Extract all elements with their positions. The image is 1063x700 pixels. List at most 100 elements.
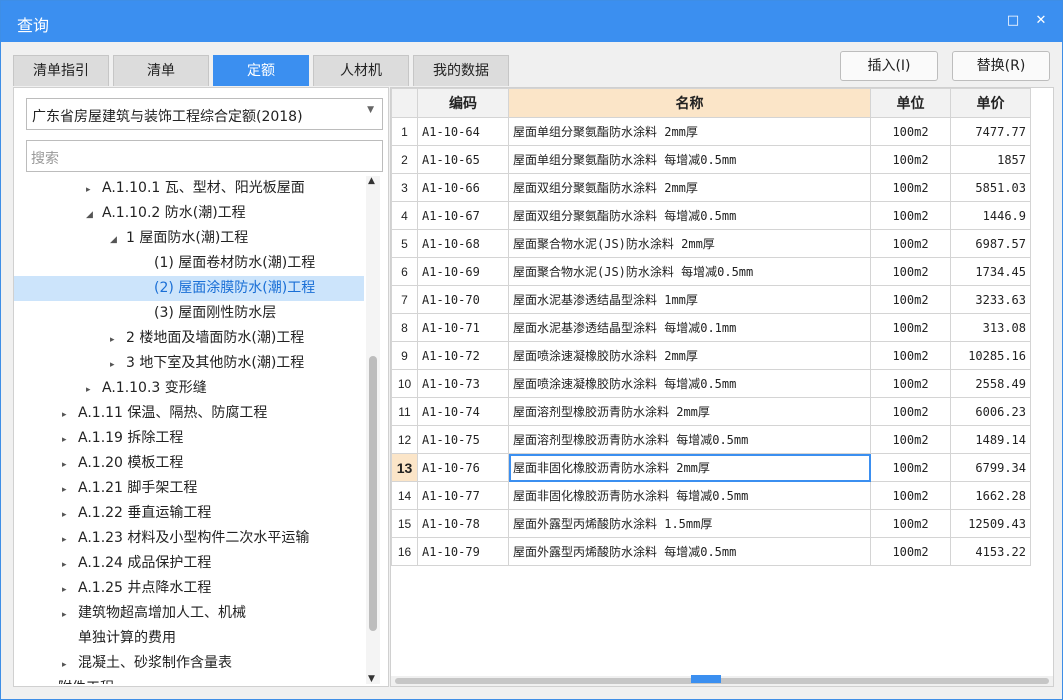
tree-node[interactable]: ▸ 2 楼地面及墙面防水(潮)工程 bbox=[110, 326, 304, 351]
cell-price[interactable]: 4153.22 bbox=[950, 537, 1031, 566]
cell-name[interactable]: 屋面单组分聚氨酯防水涂料 每增减0.5mm bbox=[508, 145, 871, 174]
tree-node[interactable]: ▸ 建筑物超高增加人工、机械 bbox=[62, 601, 246, 626]
cell-price[interactable]: 6006.23 bbox=[950, 397, 1031, 426]
column-header-price[interactable]: 单价 bbox=[950, 88, 1031, 118]
tree-node[interactable]: ▸ A.1.25 井点降水工程 bbox=[62, 576, 211, 601]
row-number[interactable]: 8 bbox=[391, 313, 418, 342]
cell-unit[interactable]: 100m2 bbox=[870, 173, 951, 202]
cell-price[interactable]: 2558.49 bbox=[950, 369, 1031, 398]
cell-code[interactable]: A1-10-69 bbox=[417, 257, 509, 286]
tree-node[interactable]: 单独计算的费用 bbox=[62, 626, 176, 651]
collapsed-arrow-icon[interactable]: ▸ bbox=[62, 603, 78, 628]
table-row[interactable]: 7 A1-10-70 屋面水泥基渗透结晶型涂料 1mm厚 100m2 3233.63 bbox=[391, 285, 1031, 314]
replace-button[interactable]: 替换(R) bbox=[952, 51, 1050, 81]
scroll-up-icon[interactable]: ▲ bbox=[368, 176, 375, 186]
table-row[interactable]: 8 A1-10-71 屋面水泥基渗透结晶型涂料 每增减0.1mm 100m2 313.0… bbox=[391, 313, 1031, 342]
tree-node[interactable]: ◢ A.1.10.2 防水(潮)工程 bbox=[86, 201, 246, 226]
tree-node[interactable]: 附件工程 bbox=[42, 676, 114, 684]
cell-code[interactable]: A1-10-75 bbox=[417, 425, 509, 454]
cell-unit[interactable]: 100m2 bbox=[870, 117, 951, 146]
cell-unit[interactable]: 100m2 bbox=[870, 509, 951, 538]
cell-code[interactable]: A1-10-76 bbox=[417, 453, 509, 482]
row-number[interactable]: 7 bbox=[391, 285, 418, 314]
cell-unit[interactable]: 100m2 bbox=[870, 313, 951, 342]
tab-my-data[interactable]: 我的数据 bbox=[413, 55, 509, 86]
table-row[interactable]: 6 A1-10-69 屋面聚合物水泥(JS)防水涂料 每增减0.5mm 100m2 17… bbox=[391, 257, 1031, 286]
cell-unit[interactable]: 100m2 bbox=[870, 369, 951, 398]
splitter-handle[interactable] bbox=[691, 675, 721, 683]
cell-price[interactable]: 1857 bbox=[950, 145, 1031, 174]
tree-scroll-thumb[interactable] bbox=[369, 356, 377, 631]
cell-unit[interactable]: 100m2 bbox=[870, 425, 951, 454]
cell-code[interactable]: A1-10-72 bbox=[417, 341, 509, 370]
collapsed-arrow-icon[interactable]: ▸ bbox=[62, 653, 78, 678]
title-bar[interactable]: 查询 □ ✕ bbox=[1, 1, 1062, 42]
tree-node[interactable]: (1) 屋面卷材防水(潮)工程 bbox=[138, 251, 315, 276]
cell-code[interactable]: A1-10-65 bbox=[417, 145, 509, 174]
cell-unit[interactable]: 100m2 bbox=[870, 257, 951, 286]
cell-price[interactable]: 6799.34 bbox=[950, 453, 1031, 482]
tree-node[interactable]: ▸ A.1.23 材料及小型构件二次水平运输 bbox=[62, 526, 309, 551]
row-number[interactable]: 5 bbox=[391, 229, 418, 258]
row-number[interactable]: 12 bbox=[391, 425, 418, 454]
collapsed-arrow-icon[interactable]: ▸ bbox=[62, 428, 78, 453]
tree-node[interactable]: ▸ 3 地下室及其他防水(潮)工程 bbox=[110, 351, 304, 376]
tree-node[interactable]: ▸ A.1.24 成品保护工程 bbox=[62, 551, 211, 576]
table-row[interactable]: 15 A1-10-78 屋面外露型丙烯酸防水涂料 1.5mm厚 100m2 12509.… bbox=[391, 509, 1031, 538]
cell-price[interactable]: 7477.77 bbox=[950, 117, 1031, 146]
cell-price[interactable]: 3233.63 bbox=[950, 285, 1031, 314]
column-header-code[interactable]: 编码 bbox=[417, 88, 509, 118]
cell-code[interactable]: A1-10-74 bbox=[417, 397, 509, 426]
scroll-down-icon[interactable]: ▼ bbox=[368, 674, 375, 684]
row-number[interactable]: 4 bbox=[391, 201, 418, 230]
tab-quota[interactable]: 定额 bbox=[213, 55, 309, 86]
cell-name[interactable]: 屋面单组分聚氨酯防水涂料 2mm厚 bbox=[508, 117, 871, 146]
insert-button[interactable]: 插入(I) bbox=[840, 51, 938, 81]
search-input[interactable]: 搜索 bbox=[26, 140, 383, 172]
cell-unit[interactable]: 100m2 bbox=[870, 397, 951, 426]
cell-unit[interactable]: 100m2 bbox=[870, 285, 951, 314]
cell-code[interactable]: A1-10-67 bbox=[417, 201, 509, 230]
collapsed-arrow-icon[interactable]: ▸ bbox=[86, 178, 102, 203]
table-row[interactable]: 10 A1-10-73 屋面喷涂速凝橡胶防水涂料 每增减0.5mm 100m2 2558… bbox=[391, 369, 1031, 398]
tree-node[interactable]: ▸ A.1.10.3 变形缝 bbox=[86, 376, 207, 401]
grid-scroll-thumb[interactable] bbox=[395, 678, 1049, 684]
row-number[interactable]: 9 bbox=[391, 341, 418, 370]
tree-node[interactable]: ◢ 1 屋面防水(潮)工程 bbox=[110, 226, 248, 251]
cell-unit[interactable]: 100m2 bbox=[870, 341, 951, 370]
cell-name[interactable]: 屋面水泥基渗透结晶型涂料 1mm厚 bbox=[508, 285, 871, 314]
cell-unit[interactable]: 100m2 bbox=[870, 537, 951, 566]
cell-name[interactable]: 屋面水泥基渗透结晶型涂料 每增减0.1mm bbox=[508, 313, 871, 342]
collapsed-arrow-icon[interactable]: ▸ bbox=[62, 578, 78, 603]
tree-node[interactable]: ▸ A.1.20 模板工程 bbox=[62, 451, 183, 476]
cell-unit[interactable]: 100m2 bbox=[870, 481, 951, 510]
close-icon[interactable]: ✕ bbox=[1031, 11, 1051, 31]
table-row[interactable]: 4 A1-10-67 屋面双组分聚氨酯防水涂料 每增减0.5mm 100m2 1446.… bbox=[391, 201, 1031, 230]
table-row[interactable]: 5 A1-10-68 屋面聚合物水泥(JS)防水涂料 2mm厚 100m2 6987.5… bbox=[391, 229, 1031, 258]
expanded-arrow-icon[interactable]: ◢ bbox=[110, 228, 126, 253]
table-row[interactable]: 14 A1-10-77 屋面非固化橡胶沥青防水涂料 每增减0.5mm 100m2 166… bbox=[391, 481, 1031, 510]
tree-node[interactable]: (3) 屋面刚性防水层 bbox=[138, 301, 276, 326]
cell-unit[interactable]: 100m2 bbox=[870, 145, 951, 174]
cell-code[interactable]: A1-10-70 bbox=[417, 285, 509, 314]
column-header-name[interactable]: 名称 bbox=[508, 88, 871, 118]
tree-node[interactable]: (2) 屋面涂膜防水(潮)工程 bbox=[14, 276, 364, 301]
tree-node[interactable]: ▸ 混凝土、砂浆制作含量表 bbox=[62, 651, 232, 676]
cell-code[interactable]: A1-10-68 bbox=[417, 229, 509, 258]
table-row[interactable]: 12 A1-10-75 屋面溶剂型橡胶沥青防水涂料 每增减0.5mm 100m2 148… bbox=[391, 425, 1031, 454]
row-number[interactable]: 16 bbox=[391, 537, 418, 566]
tree-node[interactable]: ▸ A.1.22 垂直运输工程 bbox=[62, 501, 211, 526]
tab-list[interactable]: 清单 bbox=[113, 55, 209, 86]
collapsed-arrow-icon[interactable]: ▸ bbox=[62, 503, 78, 528]
cell-unit[interactable]: 100m2 bbox=[870, 201, 951, 230]
tree-node[interactable]: ▸ A.1.10.1 瓦、型材、阳光板屋面 bbox=[86, 176, 305, 201]
cell-price[interactable]: 6987.57 bbox=[950, 229, 1031, 258]
cell-name[interactable]: 屋面双组分聚氨酯防水涂料 每增减0.5mm bbox=[508, 201, 871, 230]
table-row[interactable]: 9 A1-10-72 屋面喷涂速凝橡胶防水涂料 2mm厚 100m2 10285.16 bbox=[391, 341, 1031, 370]
tab-labor-material-machine[interactable]: 人材机 bbox=[313, 55, 409, 86]
row-number[interactable]: 15 bbox=[391, 509, 418, 538]
collapsed-arrow-icon[interactable]: ▸ bbox=[62, 403, 78, 428]
tree-node[interactable]: ▸ A.1.11 保温、隔热、防腐工程 bbox=[62, 401, 267, 426]
grid-horizontal-scrollbar[interactable] bbox=[391, 675, 1053, 686]
cell-unit[interactable]: 100m2 bbox=[870, 229, 951, 258]
